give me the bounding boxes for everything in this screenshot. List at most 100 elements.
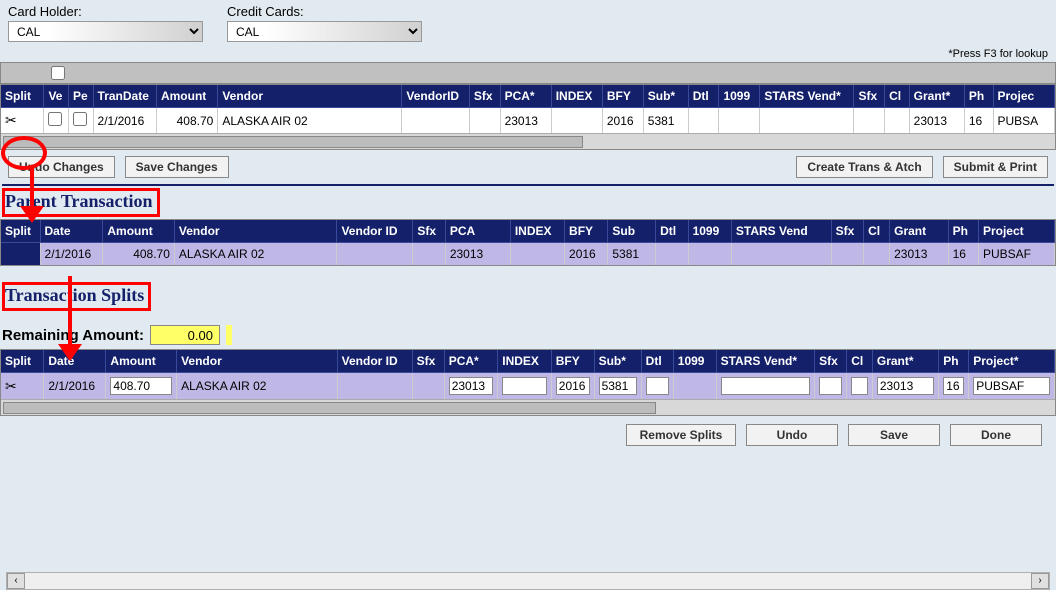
scol-ph[interactable]: Ph xyxy=(939,350,969,373)
col-sub[interactable]: Sub* xyxy=(643,85,688,108)
pcol-cl[interactable]: Cl xyxy=(864,220,890,243)
pcol-index[interactable]: INDEX xyxy=(510,220,564,243)
splits-grid-header: Split Date Amount Vendor Vendor ID Sfx P… xyxy=(1,350,1055,373)
sub-input[interactable] xyxy=(599,377,637,395)
scol-grant[interactable]: Grant* xyxy=(872,350,938,373)
pcell-amount: 408.70 xyxy=(103,243,175,266)
pcol-vendorid[interactable]: Vendor ID xyxy=(337,220,413,243)
col-split[interactable]: Split xyxy=(1,85,44,108)
col-bfy[interactable]: BFY xyxy=(602,85,643,108)
scol-sfx[interactable]: Sfx xyxy=(412,350,444,373)
col-dtl[interactable]: Dtl xyxy=(688,85,719,108)
scol-cl[interactable]: Cl xyxy=(847,350,873,373)
pcol-amount[interactable]: Amount xyxy=(103,220,175,243)
scol-split[interactable]: Split xyxy=(1,350,44,373)
col-trandate[interactable]: TranDate xyxy=(93,85,156,108)
col-starsvend[interactable]: STARS Vend* xyxy=(760,85,854,108)
col-vendor[interactable]: Vendor xyxy=(218,85,402,108)
scol-vendorid[interactable]: Vendor ID xyxy=(337,350,412,373)
grant-input[interactable] xyxy=(877,377,934,395)
scol-vendor[interactable]: Vendor xyxy=(177,350,338,373)
col-ve[interactable]: Ve xyxy=(44,85,69,108)
pcol-starsvend[interactable]: STARS Vend xyxy=(731,220,831,243)
pcol-vendor[interactable]: Vendor xyxy=(174,220,337,243)
scol-project[interactable]: Project* xyxy=(969,350,1055,373)
pcol-grant[interactable]: Grant xyxy=(890,220,949,243)
card-holder-select[interactable]: CAL xyxy=(8,21,203,42)
cl-input[interactable] xyxy=(851,377,868,395)
scol-dtl[interactable]: Dtl xyxy=(641,350,673,373)
dtl-input[interactable] xyxy=(646,377,669,395)
scol-date[interactable]: Date xyxy=(44,350,106,373)
splits-grid-hscroll[interactable] xyxy=(1,399,1055,415)
cell-cl xyxy=(885,108,910,134)
header-checkbox[interactable] xyxy=(51,66,65,80)
ph-input[interactable] xyxy=(943,377,964,395)
pe-checkbox[interactable] xyxy=(73,112,87,126)
remove-splits-button[interactable]: Remove Splits xyxy=(626,424,736,446)
sfx2-input[interactable] xyxy=(819,377,842,395)
col-project[interactable]: Projec xyxy=(993,85,1055,108)
pcol-pca[interactable]: PCA xyxy=(445,220,510,243)
splits-split-button[interactable]: ✂ xyxy=(1,373,44,400)
done-button[interactable]: Done xyxy=(950,424,1042,446)
col-ph[interactable]: Ph xyxy=(964,85,993,108)
credit-cards-select[interactable]: CAL xyxy=(227,21,422,42)
index-input[interactable] xyxy=(502,377,547,395)
create-trans-atch-button[interactable]: Create Trans & Atch xyxy=(796,156,932,178)
table-row[interactable]: ✂ 2/1/2016 408.70 ALASKA AIR 02 23013 20… xyxy=(1,108,1055,134)
starsvend-input[interactable] xyxy=(721,377,810,395)
undo-button[interactable]: Undo xyxy=(746,424,838,446)
scroll-right-button[interactable]: › xyxy=(1031,573,1049,589)
pcol-date[interactable]: Date xyxy=(40,220,103,243)
pcol-split[interactable]: Split xyxy=(1,220,40,243)
col-sfx2[interactable]: Sfx xyxy=(854,85,885,108)
save-button[interactable]: Save xyxy=(848,424,940,446)
submit-print-button[interactable]: Submit & Print xyxy=(943,156,1048,178)
scol-sub[interactable]: Sub* xyxy=(594,350,641,373)
col-index[interactable]: INDEX xyxy=(551,85,602,108)
pcol-bfy[interactable]: BFY xyxy=(565,220,608,243)
save-changes-button[interactable]: Save Changes xyxy=(125,156,229,178)
pca-input[interactable] xyxy=(449,377,494,395)
pcol-project[interactable]: Project xyxy=(978,220,1054,243)
cell-vendor: ALASKA AIR 02 xyxy=(218,108,402,134)
col-sfx[interactable]: Sfx xyxy=(469,85,500,108)
undo-changes-button[interactable]: Undo Changes xyxy=(8,156,115,178)
col-grant[interactable]: Grant* xyxy=(909,85,964,108)
scol-pca[interactable]: PCA* xyxy=(444,350,498,373)
scol-sfx2[interactable]: Sfx xyxy=(815,350,847,373)
col-pe[interactable]: Pe xyxy=(69,85,94,108)
select-all-strip xyxy=(0,62,1056,84)
remaining-amount-row: Remaining Amount: 0.00 xyxy=(0,323,1056,349)
pcell-starsvend xyxy=(731,243,831,266)
scol-bfy[interactable]: BFY xyxy=(551,350,594,373)
main-grid-hscroll[interactable] xyxy=(1,133,1055,149)
col-cl[interactable]: Cl xyxy=(885,85,910,108)
scroll-left-button[interactable]: ‹ xyxy=(7,573,25,589)
pcol-sub[interactable]: Sub xyxy=(608,220,656,243)
parent-transaction-title: Parent Transaction xyxy=(5,191,153,211)
scol-index[interactable]: INDEX xyxy=(498,350,552,373)
split-button-cell[interactable]: ✂ xyxy=(1,108,44,134)
pcol-sfx2[interactable]: Sfx xyxy=(831,220,864,243)
pcol-sfx[interactable]: Sfx xyxy=(413,220,446,243)
pcol-ph[interactable]: Ph xyxy=(948,220,978,243)
page-hscroll[interactable]: ‹ › xyxy=(6,572,1050,590)
splits-row[interactable]: ✂ 2/1/2016 ALASKA AIR 02 xyxy=(1,373,1055,400)
scol-starsvend[interactable]: STARS Vend* xyxy=(716,350,814,373)
amount-input[interactable] xyxy=(110,377,172,395)
bfy-input[interactable] xyxy=(556,377,590,395)
scol-1099[interactable]: 1099 xyxy=(673,350,716,373)
col-1099[interactable]: 1099 xyxy=(719,85,760,108)
project-input[interactable] xyxy=(973,377,1050,395)
col-vendorid[interactable]: VendorID xyxy=(402,85,470,108)
col-amount[interactable]: Amount xyxy=(156,85,217,108)
scol-amount[interactable]: Amount xyxy=(106,350,177,373)
col-pca[interactable]: PCA* xyxy=(500,85,551,108)
parent-title-highlight: Parent Transaction xyxy=(2,188,160,217)
pcol-1099[interactable]: 1099 xyxy=(688,220,731,243)
parent-row[interactable]: 2/1/2016 408.70 ALASKA AIR 02 23013 2016… xyxy=(1,243,1055,266)
pcol-dtl[interactable]: Dtl xyxy=(656,220,689,243)
verify-checkbox[interactable] xyxy=(48,112,62,126)
